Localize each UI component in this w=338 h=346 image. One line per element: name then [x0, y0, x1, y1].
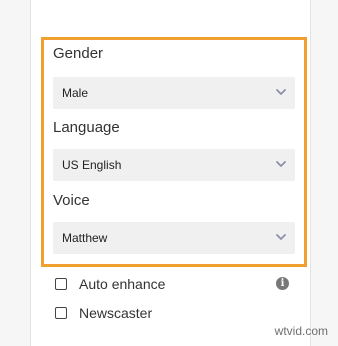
voice-select[interactable]: Matthew — [53, 222, 295, 254]
newscaster-label: Newscaster — [79, 305, 153, 321]
language-label: Language — [53, 119, 120, 136]
chevron-down-icon — [276, 234, 286, 240]
chevron-down-icon — [276, 89, 286, 95]
auto-enhance-label: Auto enhance — [79, 276, 166, 292]
newscaster-option[interactable]: Newscaster — [55, 304, 152, 322]
voice-select-value: Matthew — [62, 231, 108, 245]
gender-label: Gender — [53, 45, 104, 62]
auto-enhance-option[interactable]: Auto enhance — [55, 275, 165, 293]
auto-enhance-checkbox[interactable] — [55, 278, 67, 290]
newscaster-checkbox[interactable] — [55, 307, 67, 319]
gender-select[interactable]: Male — [53, 77, 295, 109]
gender-select-value: Male — [62, 86, 89, 100]
info-icon[interactable]: i — [276, 277, 289, 290]
language-select-value: US English — [62, 158, 122, 172]
watermark: wtvid.com — [274, 324, 328, 338]
voice-label: Voice — [53, 192, 90, 209]
chevron-down-icon — [276, 161, 286, 167]
language-select[interactable]: US English — [53, 149, 295, 181]
